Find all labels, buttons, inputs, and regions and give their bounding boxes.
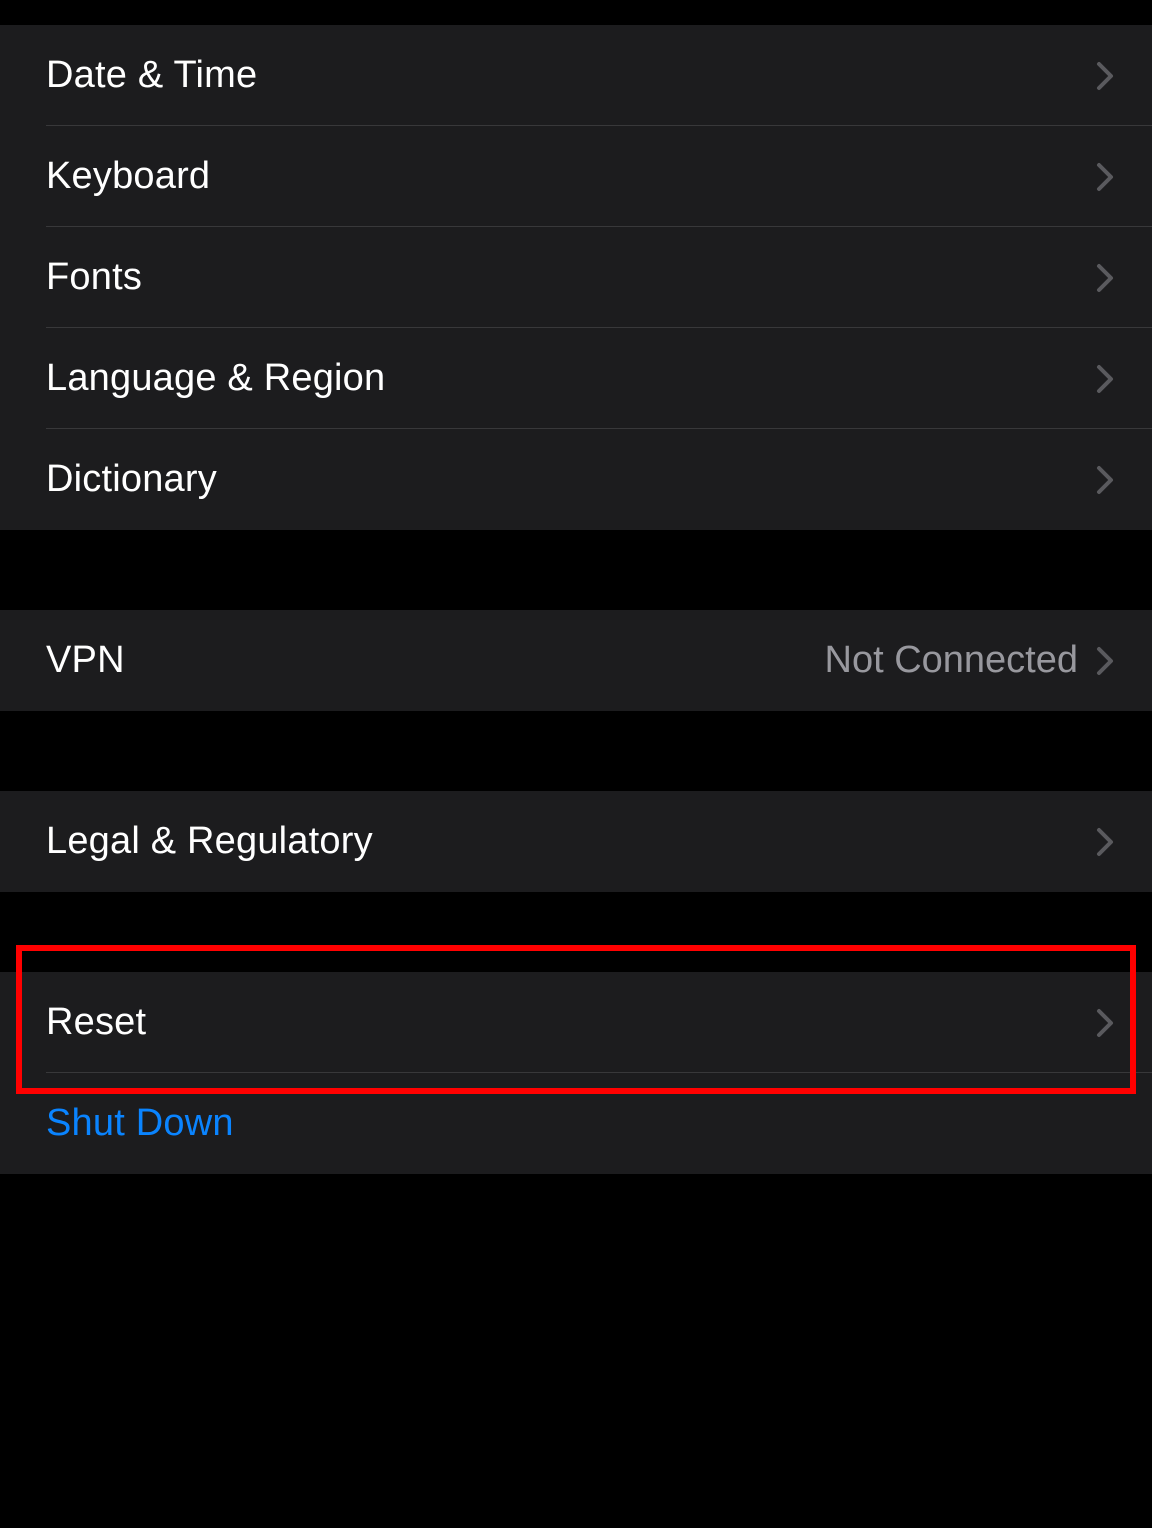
chevron-right-icon xyxy=(1096,263,1114,293)
row-right xyxy=(1096,364,1114,394)
row-vpn[interactable]: VPN Not Connected xyxy=(0,610,1152,711)
label-fonts: Fonts xyxy=(46,256,142,299)
chevron-right-icon xyxy=(1096,364,1114,394)
label-shut-down: Shut Down xyxy=(46,1102,234,1145)
row-reset[interactable]: Reset xyxy=(0,972,1152,1073)
row-right xyxy=(1096,263,1114,293)
label-dictionary: Dictionary xyxy=(46,458,217,501)
chevron-right-icon xyxy=(1096,465,1114,495)
row-right xyxy=(1096,61,1114,91)
settings-group-1: Date & Time Keyboard Fonts xyxy=(0,25,1152,530)
value-vpn: Not Connected xyxy=(825,639,1079,682)
row-date-time[interactable]: Date & Time xyxy=(0,25,1152,126)
top-gap xyxy=(0,0,1152,25)
row-right xyxy=(1096,827,1114,857)
chevron-right-icon xyxy=(1096,646,1114,676)
label-legal-regulatory: Legal & Regulatory xyxy=(46,820,373,863)
row-shut-down[interactable]: Shut Down xyxy=(0,1073,1152,1174)
group-gap xyxy=(0,530,1152,610)
row-right xyxy=(1096,162,1114,192)
row-fonts[interactable]: Fonts xyxy=(0,227,1152,328)
chevron-right-icon xyxy=(1096,61,1114,91)
bottom-gap xyxy=(0,1174,1152,1528)
label-language-region: Language & Region xyxy=(46,357,385,400)
chevron-right-icon xyxy=(1096,162,1114,192)
row-right: Not Connected xyxy=(825,639,1115,682)
group-gap xyxy=(0,892,1152,972)
row-right xyxy=(1096,1008,1114,1038)
row-keyboard[interactable]: Keyboard xyxy=(0,126,1152,227)
label-keyboard: Keyboard xyxy=(46,155,210,198)
row-language-region[interactable]: Language & Region xyxy=(0,328,1152,429)
label-reset: Reset xyxy=(46,1001,146,1044)
settings-group-3: Legal & Regulatory xyxy=(0,791,1152,892)
group-gap xyxy=(0,711,1152,791)
settings-group-2: VPN Not Connected xyxy=(0,610,1152,711)
label-vpn: VPN xyxy=(46,639,125,682)
label-date-time: Date & Time xyxy=(46,54,257,97)
row-legal-regulatory[interactable]: Legal & Regulatory xyxy=(0,791,1152,892)
chevron-right-icon xyxy=(1096,1008,1114,1038)
row-right xyxy=(1096,465,1114,495)
settings-group-4: Reset Shut Down xyxy=(0,972,1152,1174)
row-dictionary[interactable]: Dictionary xyxy=(0,429,1152,530)
chevron-right-icon xyxy=(1096,827,1114,857)
reset-highlight-wrapper: Reset xyxy=(0,972,1152,1073)
